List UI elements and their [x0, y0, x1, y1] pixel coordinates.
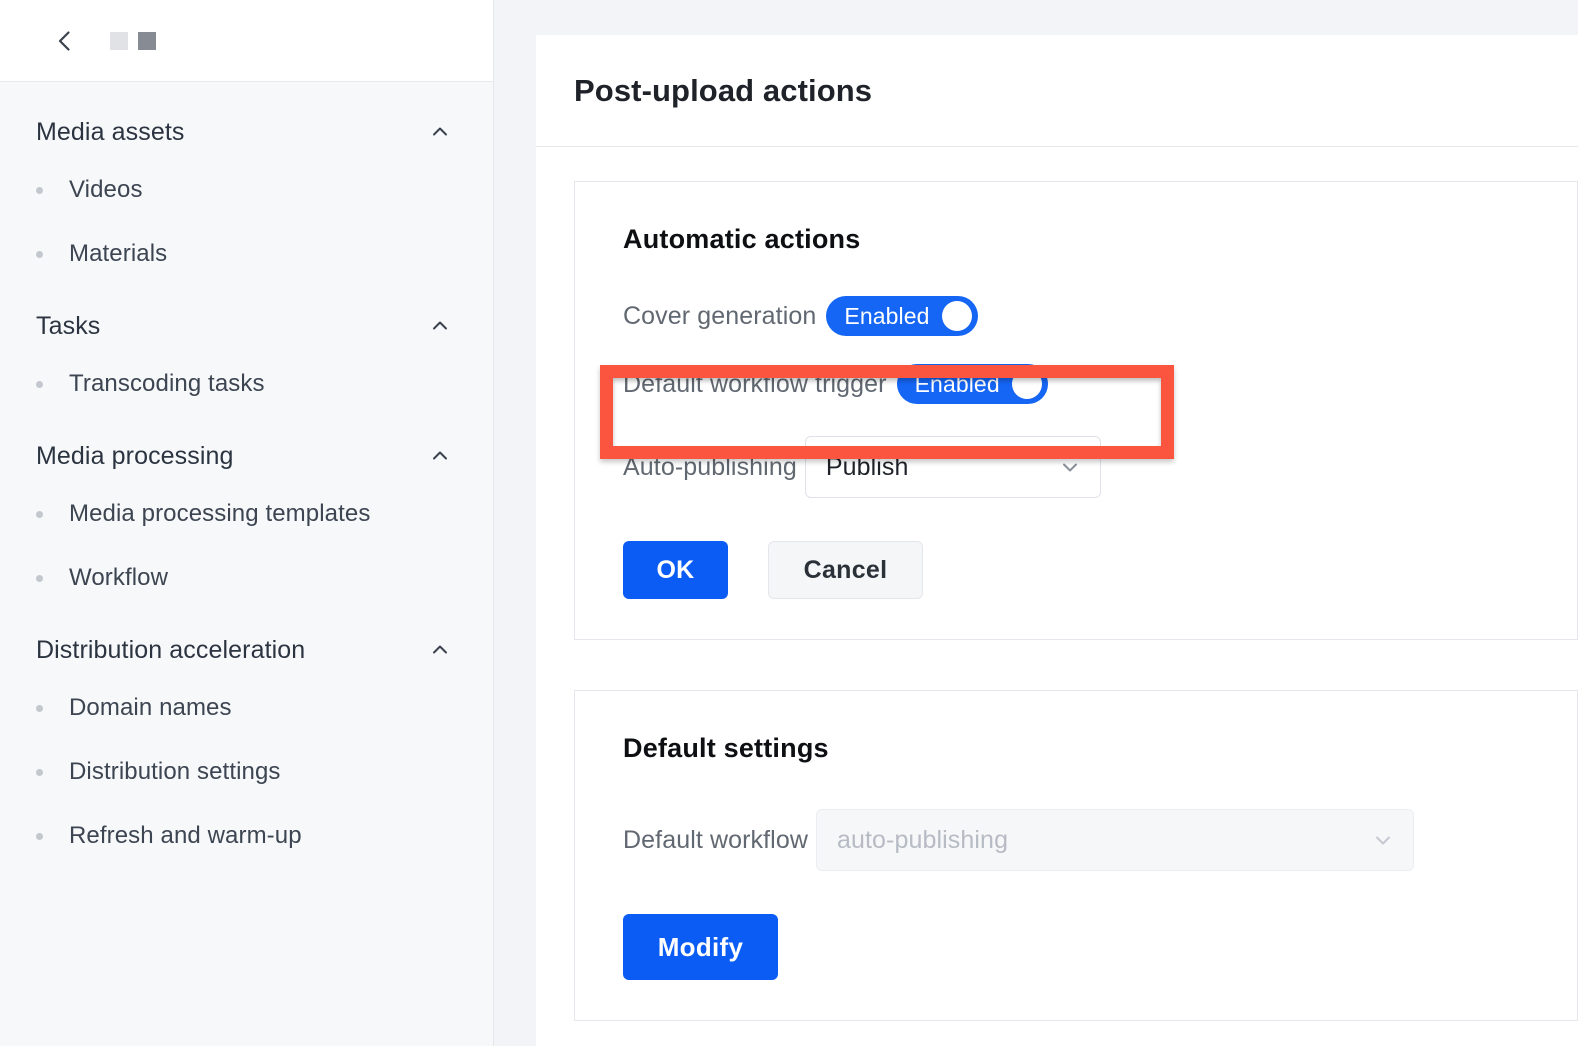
placeholder-block-dark-icon — [138, 31, 156, 50]
card-title: Default settings — [623, 733, 829, 763]
card-automatic-actions: Automatic actions Cover generation Enabl… — [574, 181, 1578, 640]
page-title: Post-upload actions — [574, 72, 873, 108]
bullet-icon — [36, 832, 43, 840]
cover-generation-toggle[interactable]: Enabled — [826, 296, 978, 336]
chevron-down-icon[interactable] — [1058, 455, 1082, 479]
sidebar-item-videos[interactable]: Videos — [0, 158, 493, 222]
sidebar: Media assets Videos Materials Tasks Tran… — [0, 0, 494, 1046]
chevron-down-icon — [1371, 828, 1395, 852]
sidebar-header — [0, 0, 493, 82]
default-workflow-trigger-label: Default workflow trigger — [623, 369, 887, 398]
nav-group-distribution-acceleration[interactable]: Distribution acceleration — [0, 624, 493, 676]
toggle-knob — [1011, 369, 1042, 399]
action-buttons: OK Cancel — [623, 541, 1577, 599]
sidebar-item-label: Refresh and warm-up — [69, 822, 302, 849]
row-default-workflow: Default workflow auto-publishing — [623, 800, 1577, 880]
sidebar-item-label: Transcoding tasks — [69, 370, 265, 397]
row-cover-generation: Cover generation Enabled — [623, 291, 1577, 341]
toggle-state-label: Enabled — [844, 302, 930, 329]
sidebar-item-refresh-and-warm-up[interactable]: Refresh and warm-up — [0, 804, 493, 868]
nav-group-media-assets[interactable]: Media assets — [0, 106, 493, 158]
content-panel: Post-upload actions Automatic actions Co… — [536, 35, 1578, 1046]
sidebar-item-label: Materials — [69, 240, 168, 267]
app-root: Media assets Videos Materials Tasks Tran… — [0, 0, 1578, 1046]
nav-group-title: Distribution acceleration — [36, 635, 306, 664]
bullet-icon — [36, 380, 43, 388]
auto-publishing-select[interactable]: Publish — [804, 436, 1101, 498]
nav-group-media-processing[interactable]: Media processing — [0, 430, 493, 482]
sidebar-item-label: Domain names — [69, 694, 232, 721]
sidebar-item-label: Videos — [69, 176, 143, 203]
default-settings-buttons: Modify — [623, 914, 1577, 980]
nav-group-title: Tasks — [36, 311, 101, 340]
sidebar-item-workflow[interactable]: Workflow — [0, 546, 493, 610]
sidebar-item-label: Workflow — [69, 564, 169, 591]
sidebar-item-domain-names[interactable]: Domain names — [0, 676, 493, 740]
default-workflow-label: Default workflow — [623, 825, 808, 854]
nav-group-tasks[interactable]: Tasks — [0, 300, 493, 352]
bullet-icon — [36, 250, 43, 258]
nav-group-title: Media assets — [36, 117, 185, 146]
row-default-workflow-trigger: Default workflow trigger Enabled — [623, 359, 1577, 409]
ok-button[interactable]: OK — [623, 541, 728, 599]
panel-body: Automatic actions Cover generation Enabl… — [536, 147, 1578, 1046]
row-auto-publishing: Auto-publishing Publish — [623, 427, 1577, 507]
cover-generation-label: Cover generation — [623, 301, 817, 330]
bullet-icon — [36, 574, 43, 582]
main-area: Post-upload actions Automatic actions Co… — [494, 0, 1578, 1046]
bullet-icon — [36, 768, 43, 776]
chevron-up-icon[interactable] — [429, 639, 451, 661]
chevron-up-icon[interactable] — [429, 445, 451, 467]
nav-group-title: Media processing — [36, 441, 234, 470]
sidebar-item-label: Distribution settings — [69, 758, 281, 785]
card-default-settings: Default settings Default workflow auto-p… — [574, 690, 1578, 1021]
chevron-up-icon[interactable] — [429, 315, 451, 337]
default-workflow-value: auto-publishing — [837, 825, 1009, 854]
bullet-icon — [36, 510, 43, 518]
top-strip — [494, 0, 1578, 35]
default-workflow-trigger-toggle[interactable]: Enabled — [896, 364, 1048, 404]
modify-button[interactable]: Modify — [623, 914, 778, 980]
default-workflow-select: auto-publishing — [816, 809, 1414, 871]
auto-publishing-label: Auto-publishing — [623, 452, 797, 481]
bullet-icon — [36, 704, 43, 712]
sidebar-item-media-processing-templates[interactable]: Media processing templates — [0, 482, 493, 546]
chevron-up-icon[interactable] — [429, 121, 451, 143]
panel-header: Post-upload actions — [536, 35, 1578, 147]
placeholder-block-light-icon — [110, 31, 128, 50]
sidebar-item-label: Media processing templates — [69, 500, 371, 527]
auto-publishing-value: Publish — [825, 452, 909, 481]
toggle-knob — [941, 301, 972, 331]
brand-placeholder — [110, 31, 156, 50]
cancel-button[interactable]: Cancel — [768, 541, 923, 599]
chevron-left-icon[interactable] — [52, 28, 78, 54]
sidebar-nav: Media assets Videos Materials Tasks Tran… — [0, 82, 493, 1046]
bullet-icon — [36, 186, 43, 194]
card-title: Automatic actions — [623, 224, 861, 254]
sidebar-item-transcoding-tasks[interactable]: Transcoding tasks — [0, 352, 493, 416]
toggle-state-label: Enabled — [914, 370, 1000, 397]
sidebar-item-distribution-settings[interactable]: Distribution settings — [0, 740, 493, 804]
sidebar-item-materials[interactable]: Materials — [0, 222, 493, 286]
